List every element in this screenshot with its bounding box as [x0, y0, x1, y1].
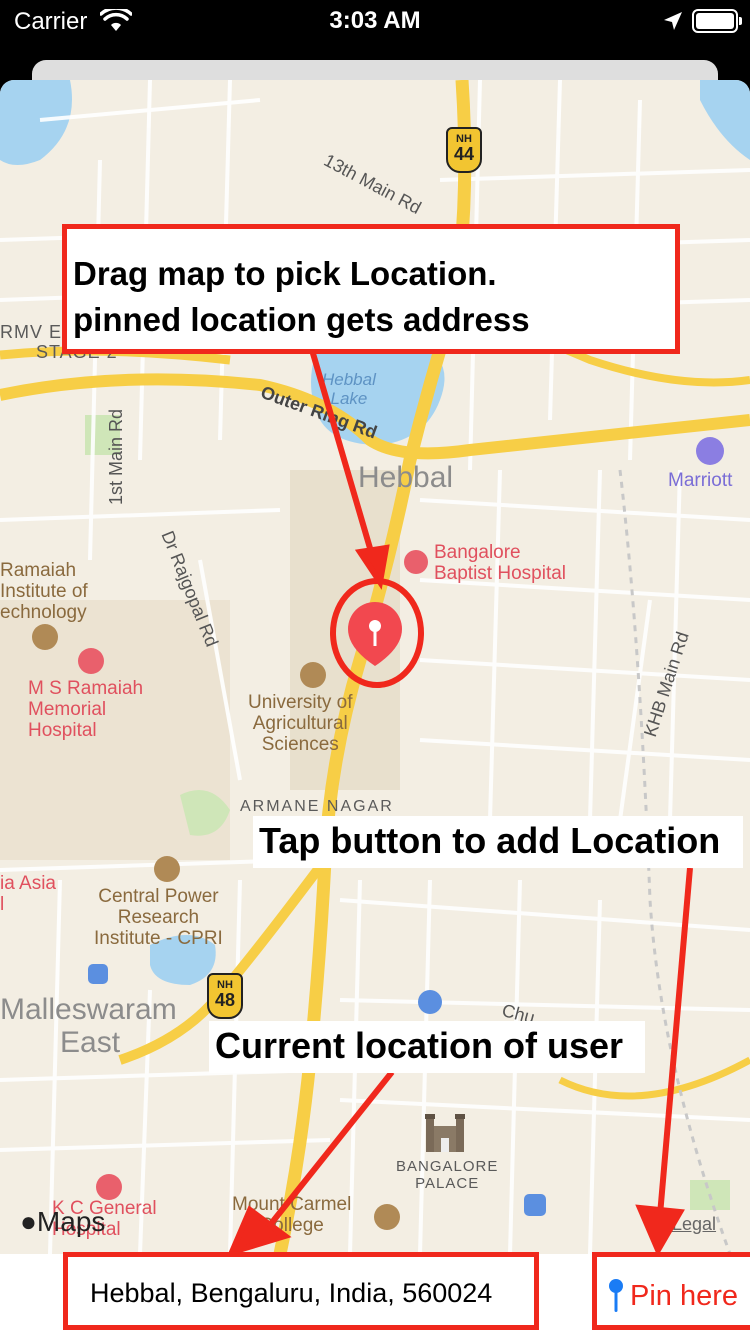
arrow-tap: [657, 867, 693, 1216]
arrow-drag: [309, 349, 375, 556]
pin-here-label: Pin here: [630, 1279, 739, 1312]
annotation-drag-map: Drag map to pick Location. pinned locati…: [62, 224, 680, 354]
pin-highlight-ellipse: [330, 578, 424, 688]
annotation-overlay: [226, 349, 693, 1257]
address-label: Hebbal, Bengaluru, India, 560024: [90, 1278, 493, 1308]
arrow-current: [267, 1070, 395, 1227]
annotation-current-location: Current location of user: [209, 1021, 645, 1073]
annotation-tap-button: Tap button to add Location: [253, 816, 743, 868]
pin-icon: [609, 1279, 623, 1312]
pin-here-button[interactable]: Pin here: [608, 1276, 738, 1316]
